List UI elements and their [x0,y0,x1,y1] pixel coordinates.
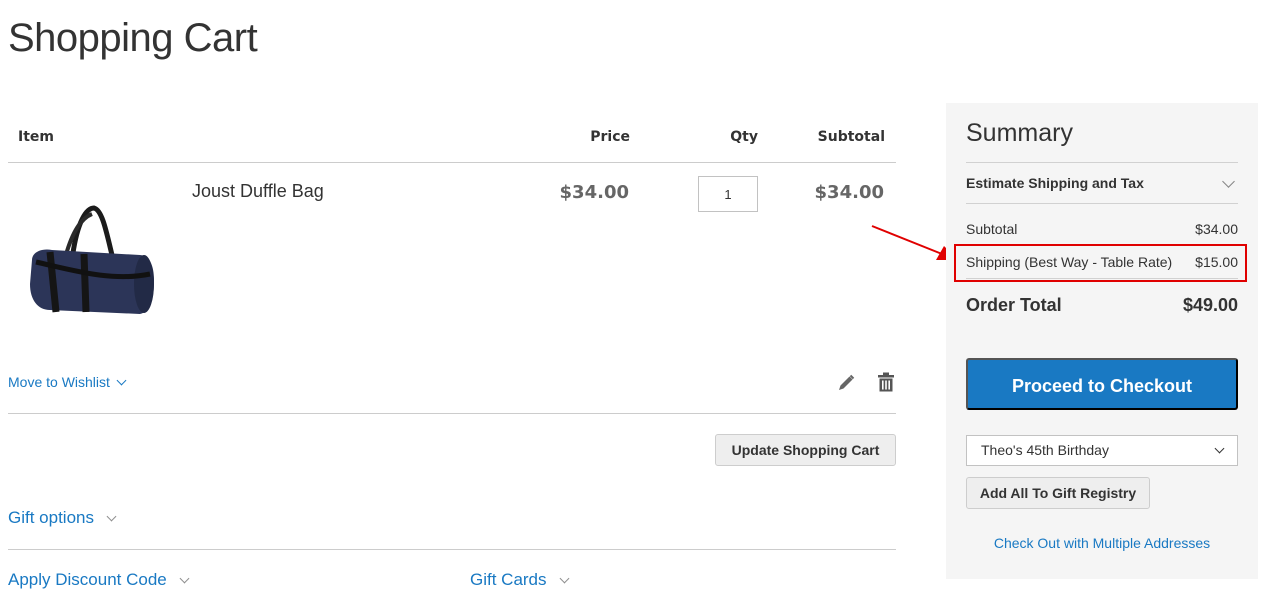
chevron-down-icon [116,375,127,386]
gift-registry-select[interactable]: Theo's 45th Birthday [966,435,1238,466]
chevron-down-icon[interactable] [1222,175,1235,188]
trash-icon[interactable] [877,372,895,392]
product-subtotal: $34.00 [814,182,884,203]
multi-address-checkout-container: Check Out with Multiple Addresses [946,535,1258,551]
gift-options-toggle[interactable]: Gift options [8,508,117,528]
column-header-item: Item [18,129,54,145]
chevron-down-icon [1214,443,1225,454]
chevron-down-icon [106,511,117,522]
product-price: $34.00 [559,182,629,203]
order-total-row: Order Total $49.00 [966,295,1238,316]
gift-registry-selected-value: Theo's 45th Birthday [981,442,1109,458]
apply-discount-code-label: Apply Discount Code [8,570,167,589]
order-total-value: $49.00 [1182,295,1238,315]
chevron-down-icon [179,573,190,584]
annotation-highlight-box [954,244,1247,282]
column-header-subtotal: Subtotal [817,129,885,145]
quantity-input[interactable] [698,176,758,212]
duffle-bag-image[interactable] [22,200,162,330]
cart-table-header: Item Price Qty Subtotal [8,118,896,163]
checkout-multiple-addresses-link[interactable]: Check Out with Multiple Addresses [994,535,1210,551]
divider [966,203,1238,204]
divider [966,162,1238,163]
apply-discount-code-toggle[interactable]: Apply Discount Code [8,570,190,590]
page-title: Shopping Cart [8,16,258,60]
chevron-down-icon [559,573,569,584]
gift-options-label: Gift options [8,508,94,527]
move-to-wishlist-label: Move to Wishlist [8,374,110,390]
divider [8,413,896,414]
proceed-to-checkout-button[interactable]: Proceed to Checkout [966,358,1238,410]
summary-subtotal-row: Subtotal $34.00 [966,221,1238,237]
summary-subtotal-value: $34.00 [1195,221,1238,237]
column-header-qty: Qty [730,129,758,145]
column-header-price: Price [590,129,630,145]
pencil-icon[interactable] [836,373,856,393]
gift-cards-toggle[interactable]: Gift Cards [470,570,569,590]
summary-subtotal-label: Subtotal [966,221,1018,237]
order-summary: Summary Estimate Shipping and Tax Subtot… [946,103,1258,579]
summary-title: Summary [966,119,1073,147]
move-to-wishlist-link[interactable]: Move to Wishlist [8,374,127,390]
update-shopping-cart-button[interactable]: Update Shopping Cart [715,434,896,466]
estimate-shipping-tax-toggle[interactable]: Estimate Shipping and Tax [966,175,1144,191]
gift-cards-label: Gift Cards [470,570,547,589]
product-name-link[interactable]: Joust Duffle Bag [192,181,324,202]
divider [8,549,896,550]
add-all-to-gift-registry-button[interactable]: Add All To Gift Registry [966,477,1150,509]
order-total-label: Order Total [966,295,1062,315]
